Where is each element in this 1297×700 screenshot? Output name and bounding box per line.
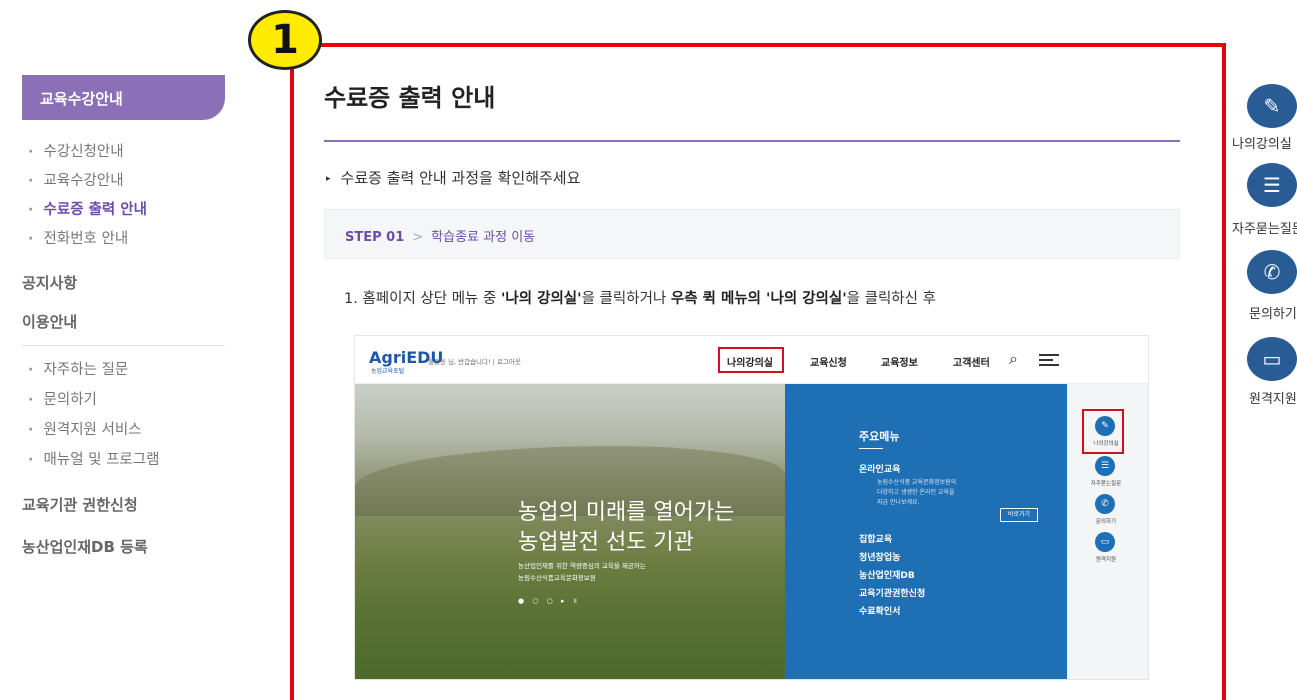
sidebar-item-manual[interactable]: 매뉴얼 및 프로그램: [22, 448, 160, 469]
instruction-part-4: 우측 퀵 메뉴의 '나의 강의실': [670, 291, 847, 307]
example-screenshot: AgriEDU 농업교육포털 홍길동 님, 반갑습니다! | 로그아웃 나의강의…: [354, 335, 1149, 680]
step-text: 학습종료 과정 이동: [431, 230, 536, 245]
hero-image: 농업의 미래를 열어가는 농업발전 선도 기관 농산업인재를 위한 역량중심의 …: [355, 384, 785, 679]
page: 교육수강안내 수강신청안내 교육수강안내 수료증 출력 안내 전화번호 안내 공…: [0, 0, 1297, 700]
sidebar-item-enrollment-info[interactable]: 수강신청안내: [22, 140, 124, 161]
sidebar-item-notice[interactable]: 공지사항: [22, 272, 77, 293]
hero-subtitle-1: 농산업인재를 위한 역량중심의 교육을 제공하는: [518, 562, 646, 570]
sidebar-item-phone[interactable]: 전화번호 안내: [22, 227, 129, 248]
chat-icon[interactable]: ☰: [1247, 163, 1297, 207]
hero-title-1: 농업의 미래를 열어가는: [518, 500, 735, 525]
monitor-icon[interactable]: ▭: [1247, 337, 1297, 381]
main-menu-talent: 농산업인재DB: [859, 571, 915, 581]
instruction-part-1: 1. 홈페이지 상단 메뉴 중: [344, 291, 501, 307]
mini-quick-highlight: [1082, 409, 1124, 454]
main-menu-startup: 청년창업농: [859, 553, 901, 563]
step-arrow-icon: >: [412, 230, 424, 245]
nav-support: 고객센터: [953, 358, 990, 369]
nav-apply: 교육신청: [810, 358, 847, 369]
sidebar-item-certificate[interactable]: 수료증 출력 안내: [22, 198, 147, 219]
step-badge: 1: [248, 10, 322, 70]
online-desc-1: 농림수산식품 교육문화정보원의: [877, 479, 957, 486]
sidebar-item-faq[interactable]: 자주하는 질문: [22, 358, 129, 379]
online-desc-2: 다양하고 생생한 온라인 교육을: [877, 489, 955, 496]
title-divider: [324, 140, 1180, 142]
sidebar-item-course-info[interactable]: 교육수강안내: [22, 169, 124, 190]
sidebar-item-remote[interactable]: 원격지원 서비스: [22, 418, 142, 439]
hero-subtitle-2: 농림수산식품교육문화정보원: [518, 574, 596, 582]
step-number: STEP 01: [345, 230, 405, 245]
hero-title-2: 농업발전 선도 기관: [518, 530, 694, 555]
main-menu-online: 온라인교육: [859, 465, 901, 475]
user-greeting: 홍길동 님, 반갑습니다! | 로그아웃: [428, 358, 521, 366]
mini-quick-label-3: 문의하기: [1095, 519, 1117, 525]
logo-subtitle: 농업교육포털: [371, 368, 405, 375]
online-desc-3: 지금 만나보세요.: [877, 499, 920, 506]
mini-quick-label-2: 자주묻는질문: [1090, 481, 1122, 487]
go-button: 바로가기: [1000, 508, 1038, 522]
mini-quick-label-4: 원격지원: [1095, 557, 1117, 563]
sidebar-divider: [22, 345, 225, 346]
nav-highlight: [718, 347, 784, 373]
sidebar-item-talent-db[interactable]: 농산업인재DB 등록: [22, 536, 148, 557]
quick-faq[interactable]: 자주묻는질문: [1232, 218, 1297, 237]
menu-icon: [1039, 354, 1059, 366]
main-menu-divider: [859, 448, 883, 449]
sidebar-item-usage[interactable]: 이용안내: [22, 311, 77, 332]
mini-chat-icon: ☰: [1095, 456, 1115, 476]
instruction-part-2: '나의 강의실': [500, 291, 582, 307]
phone-icon[interactable]: ✆: [1247, 250, 1297, 294]
main-menu-certificate: 수료확인서: [859, 607, 901, 617]
mini-monitor-icon: ▭: [1095, 532, 1115, 552]
sidebar-item-inquiry[interactable]: 문의하기: [22, 388, 97, 409]
main-menu-title: 주요메뉴: [859, 430, 900, 443]
instruction-part-5: 을 클릭하신 후: [846, 291, 936, 307]
search-icon: ⌕: [1009, 349, 1018, 368]
hero-pager: ● ○ ○ ▸ ॥: [518, 597, 580, 605]
mini-phone-icon: ✆: [1095, 494, 1115, 514]
instruction: 1. 홈페이지 상단 메뉴 중 '나의 강의실'을 클릭하거나 우측 퀵 메뉴의…: [344, 287, 936, 308]
page-title: 수료증 출력 안내: [324, 84, 496, 112]
sidebar-item-authority[interactable]: 교육기관 권한신청: [22, 494, 138, 515]
instruction-part-3: 을 클릭하거나: [581, 291, 671, 307]
quick-my-classroom[interactable]: 나의강의실: [1232, 133, 1292, 152]
quick-remote[interactable]: 원격지원: [1249, 388, 1297, 407]
main-menu-authority: 교육기관권한신청: [859, 589, 926, 599]
step-bar: STEP 01 > 학습종료 과정 이동: [324, 209, 1180, 259]
pencil-icon[interactable]: ✎: [1247, 84, 1297, 128]
nav-info: 교육정보: [881, 358, 918, 369]
sidebar: 교육수강안내 수강신청안내 교육수강안내 수료증 출력 안내 전화번호 안내 공…: [0, 0, 240, 700]
page-description: 수료증 출력 안내 과정을 확인해주세요: [326, 167, 581, 188]
quick-inquiry[interactable]: 문의하기: [1249, 303, 1297, 322]
sidebar-header[interactable]: 교육수강안내: [22, 75, 225, 120]
main-menu-offline: 집합교육: [859, 535, 893, 545]
